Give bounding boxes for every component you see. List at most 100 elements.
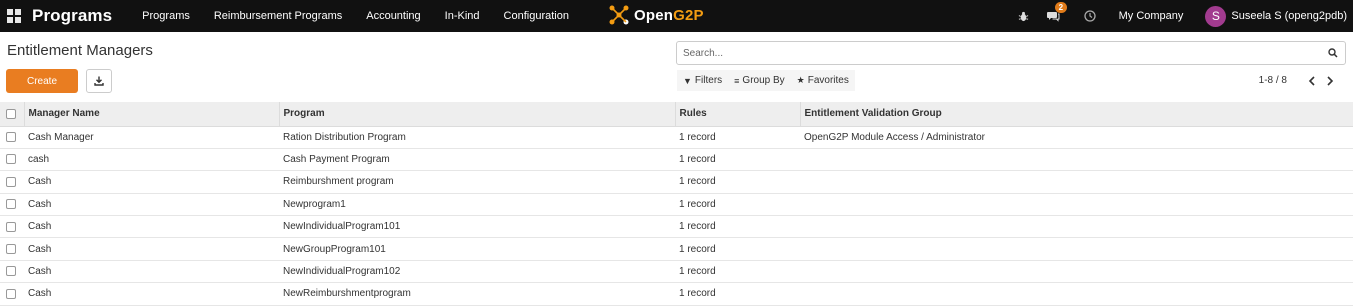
menu-in-kind[interactable]: In-Kind xyxy=(445,10,480,22)
table-row[interactable]: Cash Manager Ration Distribution Program 1… xyxy=(0,126,1353,149)
table-row[interactable]: Cash Newprogram1 1 record xyxy=(0,193,1353,216)
cell-rules: 1 record xyxy=(679,266,716,278)
clock-icon[interactable] xyxy=(1083,9,1097,23)
filters-label: Filters xyxy=(694,75,723,86)
row-checkbox[interactable] xyxy=(6,199,16,210)
row-checkbox[interactable] xyxy=(6,132,16,143)
apps-grid-icon[interactable] xyxy=(7,9,21,23)
openg2p-logo-icon xyxy=(609,5,629,25)
row-select-cell xyxy=(0,238,24,260)
chevron-right-icon xyxy=(1327,75,1334,86)
cell-manager-name: Cash Manager xyxy=(28,131,94,143)
select-all-checkbox[interactable] xyxy=(6,108,16,119)
column-header-rules[interactable]: Rules xyxy=(675,102,801,127)
cell-validation-group xyxy=(800,238,1353,260)
cell-program: Ration Distribution Program xyxy=(283,131,406,143)
page-title: Entitlement Managers xyxy=(7,42,153,59)
cell-manager-name: Cash xyxy=(28,288,52,300)
export-button[interactable] xyxy=(86,69,112,93)
search-options: ▼ Filters ≡ Group By ★ Favorites xyxy=(677,70,855,91)
row-select-cell xyxy=(0,283,24,305)
column-header-manager-name[interactable]: Manager Name xyxy=(24,102,280,127)
table-row[interactable]: Cash NewIndividualProgram101 1 record xyxy=(0,216,1353,238)
search-icon[interactable] xyxy=(1326,46,1340,60)
cell-validation-group xyxy=(800,171,1353,193)
column-header-validation-group[interactable]: Entitlement Validation Group xyxy=(800,102,1353,127)
cell-validation-group xyxy=(800,148,1353,170)
cell-rules: 1 record xyxy=(679,198,716,210)
pager: 1-8 / 8 xyxy=(1259,70,1339,91)
menu-programs[interactable]: Programs xyxy=(142,10,190,22)
row-checkbox[interactable] xyxy=(6,176,16,187)
bug-icon[interactable] xyxy=(1017,9,1031,23)
menu-accounting[interactable]: Accounting xyxy=(366,10,420,22)
avatar: S xyxy=(1205,5,1227,27)
table-row[interactable]: cash Cash Payment Program 1 record xyxy=(0,148,1353,171)
menu-configuration[interactable]: Configuration xyxy=(504,10,569,22)
pager-next-button[interactable] xyxy=(1321,72,1339,90)
table-row[interactable]: Cash NewGroupProgram101 1 record xyxy=(0,238,1353,261)
cell-program: NewIndividualProgram101 xyxy=(283,221,401,233)
table-row[interactable]: Cash NewReimburshmentprogram 1 record xyxy=(0,283,1353,306)
table-row[interactable]: Cash NewIndividualProgram102 1 record xyxy=(0,260,1353,283)
cell-rules: 1 record xyxy=(679,221,716,233)
select-all-cell xyxy=(0,102,25,127)
row-select-cell xyxy=(0,193,24,215)
cell-rules: 1 record xyxy=(679,243,716,255)
cell-program: NewGroupProgram101 xyxy=(283,243,386,255)
cell-rules: 1 record xyxy=(679,176,716,188)
cell-program: NewIndividualProgram102 xyxy=(283,266,401,278)
app-title[interactable]: Programs xyxy=(32,6,112,26)
download-icon xyxy=(94,76,104,86)
row-select-cell xyxy=(0,126,24,148)
search-bar xyxy=(676,41,1346,65)
cell-rules: 1 record xyxy=(679,154,716,166)
group-by-icon: ≡ xyxy=(734,75,740,86)
row-checkbox[interactable] xyxy=(6,244,16,254)
menu-reimbursement-programs[interactable]: Reimbursement Programs xyxy=(214,10,342,22)
brand-suffix: G2P xyxy=(673,6,704,24)
filter-icon: ▼ xyxy=(683,75,692,86)
cell-program: Newprogram1 xyxy=(283,198,346,210)
favorites-dropdown[interactable]: ★ Favorites xyxy=(791,70,855,91)
table-header-row: Manager Name Program Rules Entitlement V… xyxy=(0,102,1353,127)
user-menu[interactable]: S Suseela S (openg2pdb) xyxy=(1205,5,1347,27)
row-checkbox[interactable] xyxy=(6,288,16,299)
table-body: Cash Manager Ration Distribution Program 1… xyxy=(0,126,1353,306)
cell-validation-group xyxy=(800,193,1353,215)
filters-dropdown[interactable]: ▼ Filters xyxy=(677,70,728,91)
cell-program: Cash Payment Program xyxy=(283,154,390,166)
row-checkbox[interactable] xyxy=(6,221,16,232)
user-name: Suseela S (openg2pdb) xyxy=(1231,10,1347,22)
cell-manager-name: Cash xyxy=(28,221,52,233)
cell-validation-group: OpenG2P Module Access / Administrator xyxy=(804,131,986,143)
brand-name: OpenG2P xyxy=(634,7,704,24)
pager-value[interactable]: 1-8 / 8 xyxy=(1259,75,1287,86)
top-navbar: Programs Programs Reimbursement Programs… xyxy=(0,0,1353,32)
cell-manager-name: Cash xyxy=(28,266,52,278)
column-header-program[interactable]: Program xyxy=(279,102,676,127)
row-checkbox[interactable] xyxy=(6,154,16,165)
entitlement-managers-table: Manager Name Program Rules Entitlement V… xyxy=(0,102,1353,306)
cell-validation-group xyxy=(800,216,1353,238)
cell-rules: 1 record xyxy=(679,288,716,300)
row-select-cell xyxy=(0,148,24,170)
cell-manager-name: Cash xyxy=(28,243,52,255)
group-by-dropdown[interactable]: ≡ Group By xyxy=(728,70,791,91)
company-switcher[interactable]: My Company xyxy=(1119,10,1184,22)
row-select-cell xyxy=(0,260,24,282)
chat-icon[interactable]: 2 xyxy=(1047,2,1068,23)
list-view: Manager Name Program Rules Entitlement V… xyxy=(0,102,1353,306)
cell-manager-name: Cash xyxy=(28,176,52,188)
row-select-cell xyxy=(0,171,24,193)
pager-previous-button[interactable] xyxy=(1303,72,1321,90)
cell-rules: 1 record xyxy=(679,131,716,143)
table-row[interactable]: Cash Reimburshment program 1 record xyxy=(0,171,1353,194)
row-checkbox[interactable] xyxy=(6,266,16,277)
brand-logo: OpenG2P xyxy=(608,3,704,27)
cell-validation-group xyxy=(800,260,1353,282)
cell-manager-name: cash xyxy=(28,154,50,166)
brand-prefix: Open xyxy=(634,6,674,24)
search-input[interactable] xyxy=(683,47,1326,59)
create-button[interactable]: Create xyxy=(6,69,78,93)
